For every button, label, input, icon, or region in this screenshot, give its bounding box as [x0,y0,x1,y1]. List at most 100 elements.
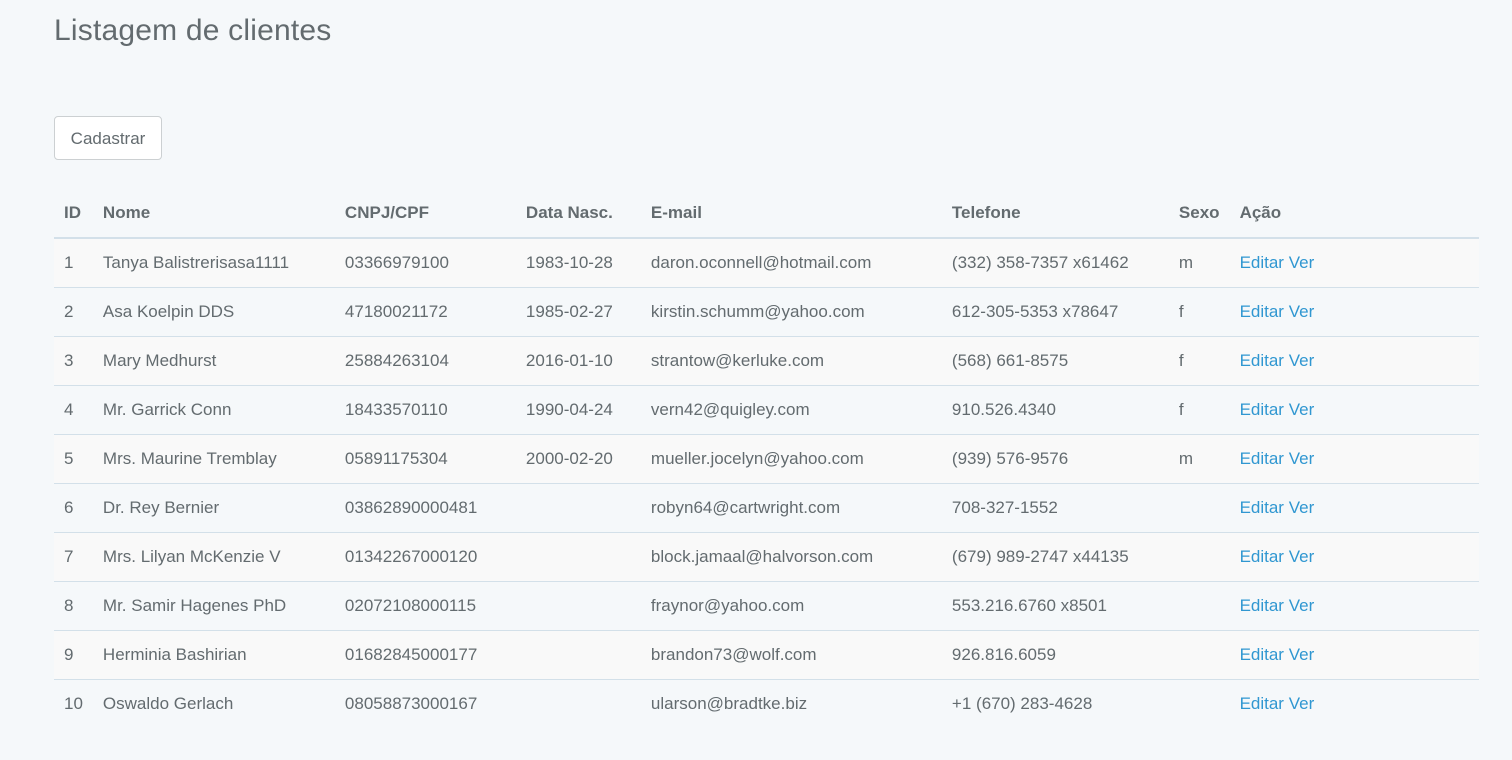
cell-telefone: 612-305-5353 x78647 [941,287,1169,337]
view-link[interactable]: Ver [1289,498,1315,517]
cell-nome: Mary Medhurst [92,336,335,386]
cell-data-nasc: 1990-04-24 [515,385,641,435]
table-row: 9 Herminia Bashirian 01682845000177 brandon… [54,630,1479,680]
cell-email: daron.oconnell@hotmail.com [640,238,942,288]
header-email: E-mail [640,188,942,239]
cell-telefone: (679) 989-2747 x44135 [941,532,1169,582]
cell-email: fraynor@yahoo.com [640,581,942,631]
cell-telefone: (939) 576-9576 [941,434,1169,484]
cell-data-nasc [515,532,641,582]
cell-cnpj-cpf: 03862890000481 [334,483,516,533]
cell-email: block.jamaal@halvorson.com [640,532,942,582]
edit-link[interactable]: Editar [1240,547,1284,566]
page-title: Listagem de clientes [54,14,332,47]
cell-nome: Tanya Balistrerisasa1111 [92,238,335,288]
header-data-nasc: Data Nasc. [515,188,641,239]
cell-id: 4 [54,385,93,435]
view-link[interactable]: Ver [1289,596,1315,615]
cell-sexo: m [1168,434,1230,484]
cell-nome: Asa Koelpin DDS [92,287,335,337]
table-row: 2 Asa Koelpin DDS 47180021172 1985-02-27 kir… [54,287,1479,337]
edit-link[interactable]: Editar [1240,449,1284,468]
cell-email: mueller.jocelyn@yahoo.com [640,434,942,484]
cell-cnpj-cpf: 01682845000177 [334,630,516,680]
view-link[interactable]: Ver [1289,547,1315,566]
table-row: 7 Mrs. Lilyan McKenzie V 01342267000120 blo… [54,532,1479,582]
cell-cnpj-cpf: 01342267000120 [334,532,516,582]
view-link[interactable]: Ver [1289,302,1315,321]
cell-sexo: f [1168,336,1230,386]
cell-acao: Editar Ver [1229,483,1479,533]
edit-link[interactable]: Editar [1240,596,1284,615]
table-row: 10 Oswaldo Gerlach 08058873000167 ularson@b… [54,679,1479,728]
cell-acao: Editar Ver [1229,581,1479,631]
view-link[interactable]: Ver [1289,400,1315,419]
cell-cnpj-cpf: 18433570110 [334,385,516,435]
cell-telefone: 926.816.6059 [941,630,1169,680]
register-client-button[interactable]: Cadastrar [54,116,162,160]
cell-email: ularson@bradtke.biz [640,679,942,728]
table-header: ID Nome CNPJ/CPF Data Nasc. E-mail Telef… [54,188,1479,239]
edit-link[interactable]: Editar [1240,694,1284,713]
cell-acao: Editar Ver [1229,679,1479,728]
cell-nome: Herminia Bashirian [92,630,335,680]
view-link[interactable]: Ver [1289,694,1315,713]
cell-data-nasc [515,679,641,728]
view-link[interactable]: Ver [1289,351,1315,370]
cell-data-nasc [515,581,641,631]
cell-nome: Mr. Samir Hagenes PhD [92,581,335,631]
cell-cnpj-cpf: 08058873000167 [334,679,516,728]
cell-telefone: (332) 358-7357 x61462 [941,238,1169,288]
header-nome: Nome [92,188,335,239]
cell-id: 1 [54,238,93,288]
cell-id: 10 [54,679,93,728]
cell-email: kirstin.schumm@yahoo.com [640,287,942,337]
view-link[interactable]: Ver [1289,645,1315,664]
table-row: 1 Tanya Balistrerisasa1111 03366979100 1983… [54,238,1479,288]
edit-link[interactable]: Editar [1240,302,1284,321]
edit-link[interactable]: Editar [1240,645,1284,664]
view-link[interactable]: Ver [1289,253,1315,272]
table-row: 4 Mr. Garrick Conn 18433570110 1990-04-24 ve… [54,385,1479,435]
view-link[interactable]: Ver [1289,449,1315,468]
cell-acao: Editar Ver [1229,238,1479,288]
edit-link[interactable]: Editar [1240,498,1284,517]
cell-email: robyn64@cartwright.com [640,483,942,533]
cell-acao: Editar Ver [1229,532,1479,582]
cell-id: 8 [54,581,93,631]
cell-data-nasc: 1985-02-27 [515,287,641,337]
cell-nome: Mrs. Lilyan McKenzie V [92,532,335,582]
cell-telefone: 553.216.6760 x8501 [941,581,1169,631]
cell-acao: Editar Ver [1229,630,1479,680]
cell-sexo: f [1168,385,1230,435]
cell-sexo [1168,630,1230,680]
cell-acao: Editar Ver [1229,434,1479,484]
cell-id: 5 [54,434,93,484]
cell-data-nasc [515,630,641,680]
cell-cnpj-cpf: 05891175304 [334,434,516,484]
cell-sexo: f [1168,287,1230,337]
cell-email: vern42@quigley.com [640,385,942,435]
table-row: 6 Dr. Rey Bernier 03862890000481 robyn64@ca… [54,483,1479,533]
cell-acao: Editar Ver [1229,336,1479,386]
cell-sexo: m [1168,238,1230,288]
cell-id: 7 [54,532,93,582]
main-container: Listagem de clientes Cadastrar ID Nome C… [54,0,1479,728]
cell-acao: Editar Ver [1229,385,1479,435]
cell-data-nasc: 2000-02-20 [515,434,641,484]
header-acao: Ação [1229,188,1479,239]
cell-data-nasc: 1983-10-28 [515,238,641,288]
cell-acao: Editar Ver [1229,287,1479,337]
cell-nome: Mr. Garrick Conn [92,385,335,435]
edit-link[interactable]: Editar [1240,351,1284,370]
cell-telefone: (568) 661-8575 [941,336,1169,386]
clients-table: ID Nome CNPJ/CPF Data Nasc. E-mail Telef… [54,188,1479,728]
cell-nome: Dr. Rey Bernier [92,483,335,533]
cell-sexo [1168,532,1230,582]
edit-link[interactable]: Editar [1240,400,1284,419]
cell-id: 2 [54,287,93,337]
cell-sexo [1168,581,1230,631]
cell-telefone: 910.526.4340 [941,385,1169,435]
header-id: ID [54,188,93,239]
edit-link[interactable]: Editar [1240,253,1284,272]
